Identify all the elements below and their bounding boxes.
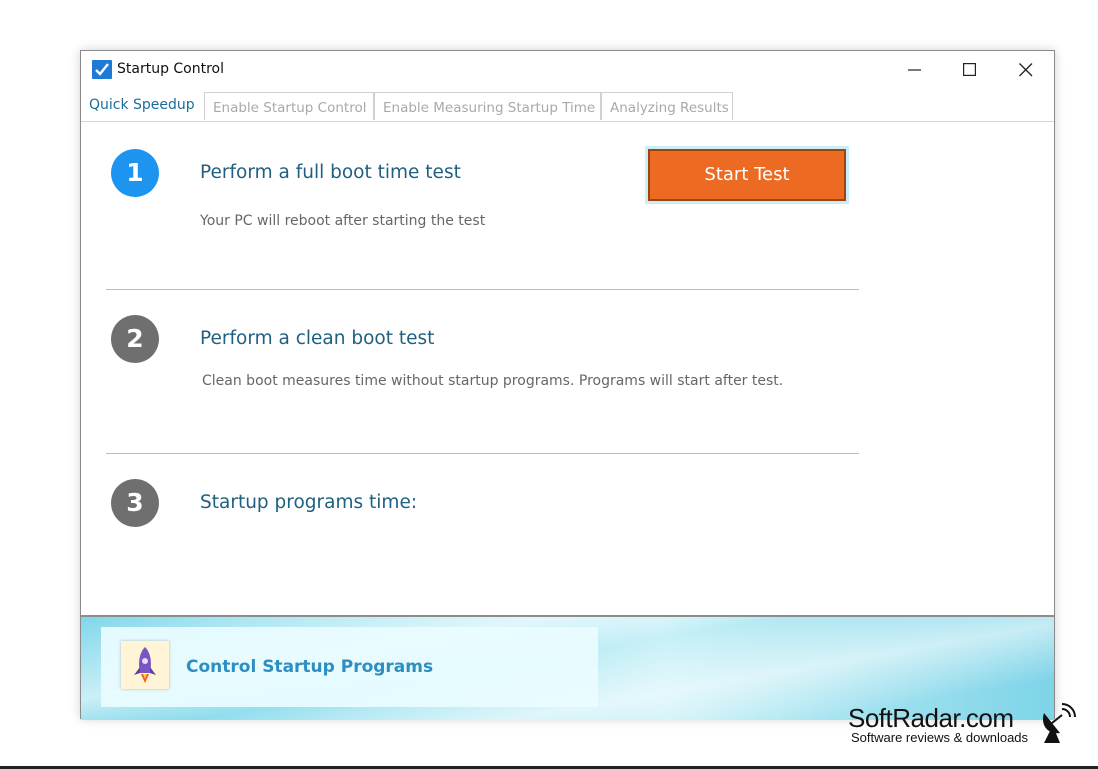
step-2-description: Clean boot measures time without startup…: [202, 373, 784, 389]
softradar-watermark: SoftRadar.com Software reviews & downloa…: [848, 703, 1088, 751]
quick-speedup-panel: 1 Perform a full boot time test Your PC …: [81, 123, 1054, 615]
maximize-icon: [963, 63, 977, 77]
close-button[interactable]: [1003, 51, 1049, 88]
tab-enable-measuring-startup-time[interactable]: Enable Measuring Startup Time: [374, 92, 601, 120]
tab-analyzing-results[interactable]: Analyzing Results: [601, 92, 733, 120]
step-1-title: Perform a full boot time test: [200, 162, 461, 183]
satellite-dish-icon: [1042, 703, 1076, 743]
step-2-badge: 2: [111, 315, 159, 363]
tab-quick-speedup[interactable]: Quick Speedup: [81, 91, 203, 119]
minimize-button[interactable]: [892, 51, 938, 88]
close-icon: [1019, 63, 1033, 77]
app-window: Startup Control Quick Speedup Enable Sta…: [80, 50, 1055, 720]
maximize-button[interactable]: [947, 51, 993, 88]
watermark-subtitle: Software reviews & downloads: [851, 730, 1029, 745]
tab-bar: Quick Speedup Enable Startup Control Ena…: [81, 91, 1054, 122]
divider: [106, 289, 859, 290]
start-test-button[interactable]: Start Test: [645, 146, 849, 204]
divider: [106, 453, 859, 454]
control-startup-programs-link[interactable]: Control Startup Programs: [101, 627, 598, 707]
step-1-badge: 1: [111, 149, 159, 197]
start-test-label: Start Test: [648, 149, 846, 201]
footer-label: Control Startup Programs: [186, 657, 434, 677]
minimize-icon: [908, 69, 921, 71]
step-3-title: Startup programs time:: [200, 492, 418, 513]
step-2-title: Perform a clean boot test: [200, 328, 435, 349]
step-3-badge: 3: [111, 479, 159, 527]
rocket-icon: [121, 641, 169, 689]
tab-enable-startup-control[interactable]: Enable Startup Control: [204, 92, 374, 120]
checkmark-icon: [92, 60, 112, 79]
window-title: Startup Control: [117, 61, 225, 77]
title-bar[interactable]: Startup Control: [81, 51, 1054, 88]
step-1-description: Your PC will reboot after starting the t…: [200, 213, 486, 229]
